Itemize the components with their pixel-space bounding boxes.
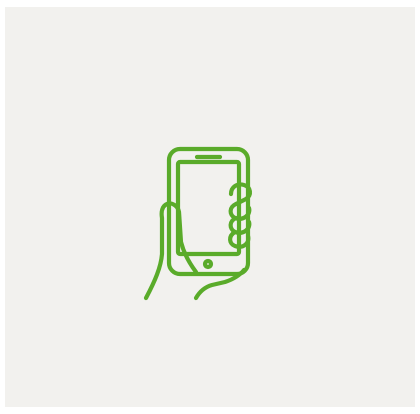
hand-holding-phone-icon: [143, 146, 252, 301]
phone-home-button: [202, 258, 214, 270]
